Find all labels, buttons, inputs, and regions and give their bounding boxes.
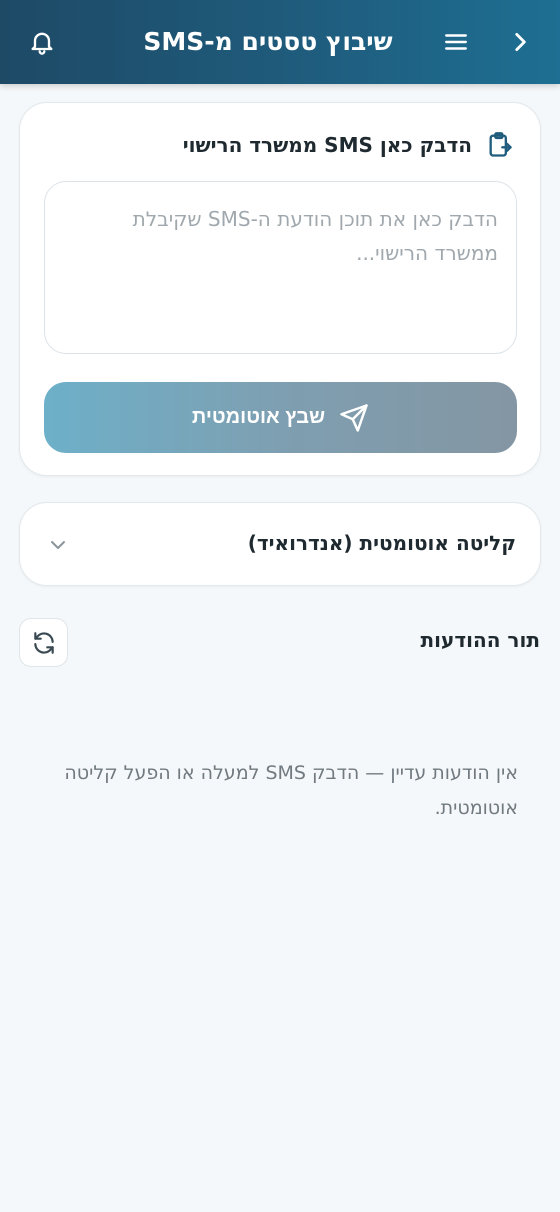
page-title: שיבוץ טסטים מ-SMS [143,27,393,56]
bell-icon [31,32,53,55]
sms-textarea[interactable] [44,181,517,354]
chevron-down-icon [51,541,65,549]
menu-button[interactable] [432,18,480,66]
paste-card-header: הדבק כאן SMS ממשרד הרישוי [183,131,514,159]
back-button[interactable] [496,18,544,66]
send-icon [340,403,368,432]
auto-capture-accordion[interactable]: קליטה אוטומטית (אנדרואיד) [19,502,541,586]
queue-title: תור ההודעות [420,628,540,652]
refresh-button[interactable] [19,618,68,667]
chevron-right-icon [515,33,526,51]
app-header: שיבוץ טסטים מ-SMS [0,0,560,84]
notifications-button[interactable] [18,18,66,66]
empty-queue-message: אין הודעות עדיין — הדבק SMS למעלה או הפע… [64,762,518,819]
hamburger-menu-icon [445,34,467,50]
clipboard-icon [489,132,512,157]
paste-card-title: הדבק כאן SMS ממשרד הרישוי [182,133,472,157]
auto-assign-label: שבץ אוטומטית [191,406,326,428]
auto-capture-label: קליטה אוטומטית (אנדרואיד) [247,531,516,555]
refresh-icon [33,631,54,654]
paste-sms-card: הדבק כאן SMS ממשרד הרישוי שבץ אוטומטית [19,102,541,476]
auto-assign-button[interactable]: שבץ אוטומטית [44,382,517,453]
